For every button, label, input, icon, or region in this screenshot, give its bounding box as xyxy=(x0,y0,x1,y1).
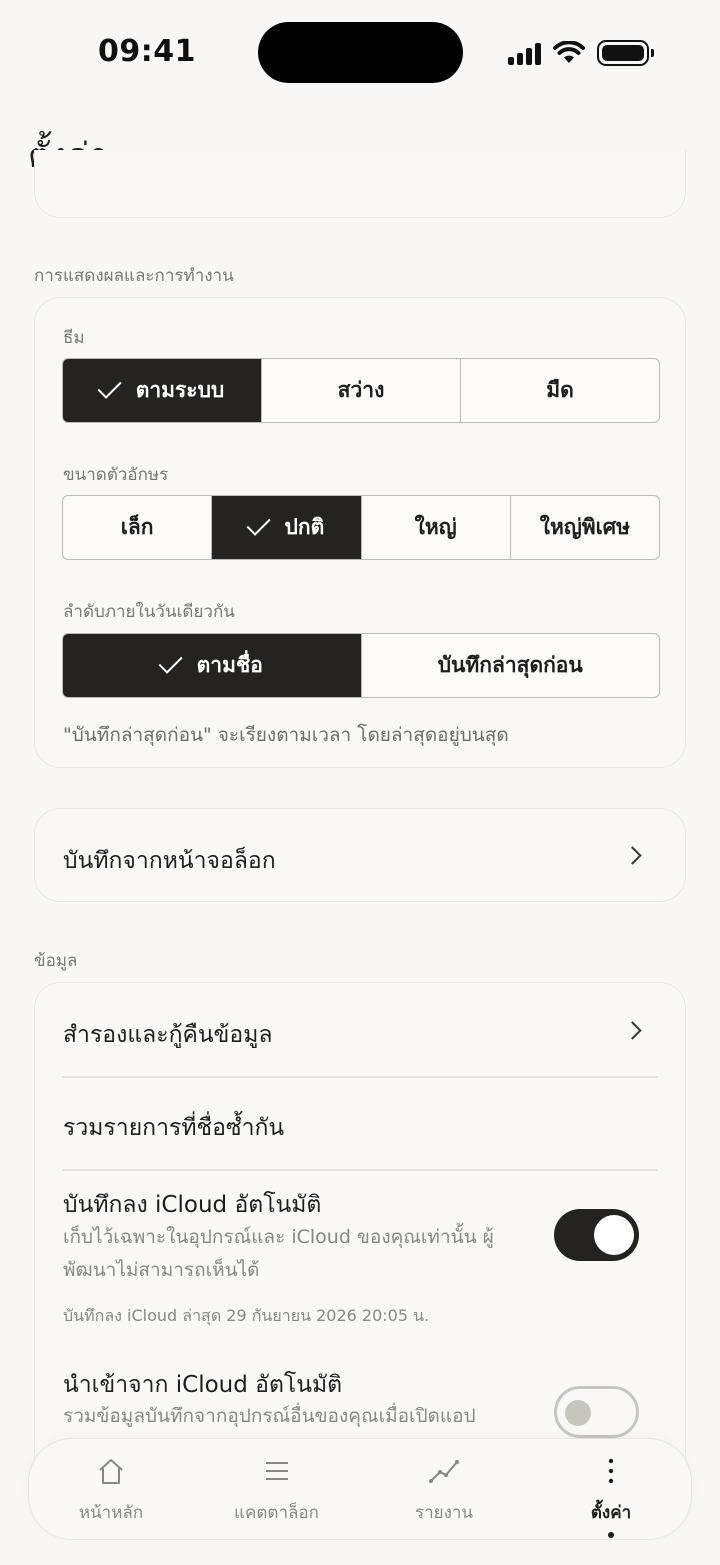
tab-settings[interactable]: ตั้งค่า xyxy=(561,1439,661,1539)
wifi-icon xyxy=(553,41,585,63)
icloud-import-label: นำเข้าจาก iCloud อัตโนมัติ xyxy=(63,1372,343,1398)
backup-row[interactable]: สำรองและกู้คืนข้อมูล xyxy=(35,983,685,1076)
theme-option-light[interactable]: สว่าง xyxy=(261,359,460,422)
active-tab-indicator xyxy=(608,1532,614,1538)
icloud-import-toggle[interactable] xyxy=(554,1386,639,1438)
backup-label: สำรองและกู้คืนข้อมูล xyxy=(63,1022,273,1048)
dynamic-island xyxy=(258,22,463,83)
order-option-latest-first[interactable]: บันทึกล่าสุดก่อน xyxy=(360,634,660,697)
lock-screen-label: บันทึกจากหน้าจอล็อก xyxy=(63,848,276,874)
theme-option-label: มืด xyxy=(546,378,574,402)
list-icon xyxy=(264,1457,290,1485)
theme-option-system[interactable]: ตามระบบ xyxy=(63,359,261,422)
cellular-signal-icon xyxy=(508,41,541,65)
tab-catalog[interactable]: แคตตาล็อก xyxy=(219,1439,334,1539)
battery-icon xyxy=(597,40,654,66)
tab-label: ตั้งค่า xyxy=(590,1503,632,1523)
order-option-label: บันทึกล่าสุดก่อน xyxy=(437,653,583,677)
tab-reports[interactable]: รายงาน xyxy=(394,1439,494,1539)
chevron-right-icon xyxy=(623,1021,642,1040)
tab-label: หน้าหลัก xyxy=(78,1503,144,1523)
chevron-right-icon xyxy=(623,846,642,865)
previous-card xyxy=(34,150,686,218)
check-icon xyxy=(158,649,183,674)
section-label-data: ข้อมูล xyxy=(34,951,78,971)
icloud-save-toggle[interactable] xyxy=(554,1209,639,1261)
home-icon xyxy=(96,1457,126,1485)
font-size-option-extra-large[interactable]: ใหญ่พิเศษ xyxy=(509,496,659,559)
divider xyxy=(62,1169,658,1171)
font-size-option-small[interactable]: เล็ก xyxy=(63,496,211,559)
tab-label: รายงาน xyxy=(414,1503,474,1523)
section-label-display: การแสดงผลและการทำงาน xyxy=(34,266,234,286)
order-label: ลำดับภายในวันเดียวกัน xyxy=(63,602,235,622)
theme-option-label: ตามระบบ xyxy=(135,378,225,402)
tab-label: แคตตาล็อก xyxy=(234,1503,319,1523)
tab-bar: หน้าหลัก แคตตาล็อก รายงาน ตั้งค่า xyxy=(28,1438,692,1540)
merge-duplicates-label: รวมรายการที่ชื่อซ้ำกัน xyxy=(63,1115,285,1141)
display-settings-card: ธีม ตามระบบ สว่าง มืด ขนาดตัวอักษร เล็ก … xyxy=(34,297,686,768)
order-option-by-name[interactable]: ตามชื่อ xyxy=(63,634,361,697)
font-size-segmented-control: เล็ก ปกติ ใหญ่ ใหญ่พิเศษ xyxy=(62,495,660,560)
icloud-import-description: รวมข้อมูลบันทึกจากอุปกรณ์อื่นของคุณเมื่อ… xyxy=(63,1405,476,1427)
theme-option-label: สว่าง xyxy=(337,378,385,402)
data-settings-card: สำรองและกู้คืนข้อมูล รวมรายการที่ชื่อซ้ำ… xyxy=(34,982,686,1502)
order-segmented-control: ตามชื่อ บันทึกล่าสุดก่อน xyxy=(62,633,660,698)
font-size-option-large[interactable]: ใหญ่ xyxy=(360,496,510,559)
font-size-option-label: เล็ก xyxy=(120,515,154,539)
icloud-save-last-sync: บันทึกลง iCloud ล่าสุด 29 กันยายน 2026 2… xyxy=(63,1306,430,1325)
lock-screen-row[interactable]: บันทึกจากหน้าจอล็อก xyxy=(34,808,686,902)
font-size-option-normal[interactable]: ปกติ xyxy=(211,496,361,559)
status-icons xyxy=(508,36,654,70)
font-size-label: ขนาดตัวอักษร xyxy=(63,465,169,485)
merge-duplicates-row[interactable]: รวมรายการที่ชื่อซ้ำกัน xyxy=(35,1077,685,1169)
status-bar: 09:41 xyxy=(0,0,720,100)
chart-line-icon xyxy=(428,1457,460,1485)
icloud-save-label: บันทึกลง iCloud อัตโนมัติ xyxy=(63,1192,322,1218)
more-vertical-icon xyxy=(607,1457,615,1485)
tab-home[interactable]: หน้าหลัก xyxy=(61,1439,161,1539)
order-hint: "บันทึกล่าสุดก่อน" จะเรียงตามเวลา โดยล่า… xyxy=(63,724,509,746)
font-size-option-label: ใหญ่ xyxy=(414,515,457,539)
font-size-option-label: ปกติ xyxy=(284,515,325,539)
check-icon xyxy=(246,511,271,536)
status-time: 09:41 xyxy=(98,34,196,69)
check-icon xyxy=(97,374,122,399)
font-size-option-label: ใหญ่พิเศษ xyxy=(539,515,630,539)
order-option-label: ตามชื่อ xyxy=(196,653,263,677)
theme-option-dark[interactable]: มืด xyxy=(460,359,659,422)
theme-segmented-control: ตามระบบ สว่าง มืด xyxy=(62,358,660,423)
theme-label: ธีม xyxy=(63,328,85,348)
icloud-save-description: เก็บไว้เฉพาะในอุปกรณ์และ iCloud ของคุณเท… xyxy=(63,1226,494,1281)
